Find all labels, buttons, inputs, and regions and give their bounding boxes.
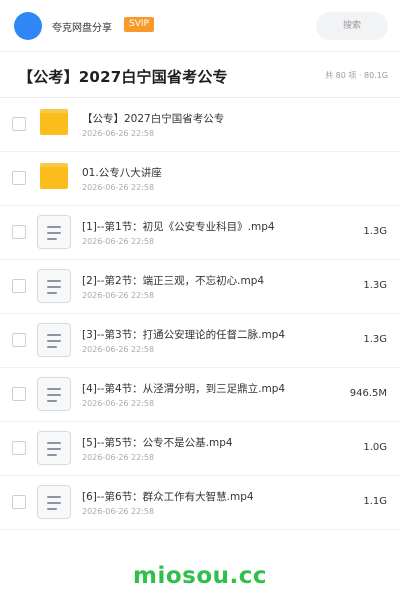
video-file-icon [37, 485, 71, 519]
file-size: 1.3G [363, 226, 387, 237]
file-name[interactable]: [5]--第5节：公专不是公基.mp4 [82, 435, 233, 450]
select-checkbox[interactable] [12, 225, 26, 239]
file-row[interactable]: [3]--第3节：打通公安理论的任督二脉.mp4 2026-06-26 22:58… [0, 314, 400, 368]
item-count: 共 80 项 · 80.1G [325, 71, 388, 80]
file-list: 【公专】2027白宁国省考公专 2026-06-26 22:58 01.公专八大讲座… [0, 98, 400, 530]
file-size: 1.3G [363, 334, 387, 345]
video-file-icon [37, 323, 71, 357]
file-row[interactable]: [4]--第4节：从泾渭分明，到三足鼎立.mp4 2026-06-26 22:58… [0, 368, 400, 422]
select-checkbox[interactable] [12, 279, 26, 293]
video-file-icon [37, 215, 71, 249]
file-name[interactable]: [6]--第6节：群众工作有大智慧.mp4 [82, 489, 254, 504]
avatar[interactable] [14, 12, 42, 40]
select-checkbox[interactable] [12, 441, 26, 455]
select-checkbox[interactable] [12, 333, 26, 347]
select-checkbox[interactable] [12, 387, 26, 401]
file-date: 2026-06-26 22:58 [82, 453, 155, 462]
video-file-icon [37, 431, 71, 465]
file-size: 946.5M [349, 388, 387, 399]
file-name[interactable]: [4]--第4节：从泾渭分明，到三足鼎立.mp4 [82, 381, 285, 396]
top-bar: 夸克网盘分享 SVIP 搜索 [0, 0, 400, 52]
title-row: 【公考】2027白宁国省考公专 共 80 项 · 80.1G [0, 52, 400, 98]
page-title: 【公考】2027白宁国省考公专 [18, 68, 228, 86]
folder-icon [40, 109, 68, 135]
watermark: miosou.cc [132, 563, 268, 589]
folder-icon [40, 163, 68, 189]
file-name[interactable]: [2]--第2节：端正三观，不忘初心.mp4 [82, 273, 264, 288]
file-date: 2026-06-26 22:58 [82, 399, 155, 408]
select-checkbox[interactable] [12, 495, 26, 509]
share-label: 夸克网盘分享 [52, 23, 112, 34]
file-row[interactable]: [6]--第6节：群众工作有大智慧.mp4 2026-06-26 22:58 1.1… [0, 476, 400, 530]
file-date: 2026-06-26 22:58 [82, 507, 155, 516]
file-date: 2026-06-26 22:58 [82, 129, 155, 138]
search-input[interactable]: 搜索 [316, 12, 388, 40]
file-name[interactable]: [3]--第3节：打通公安理论的任督二脉.mp4 [82, 327, 285, 342]
file-date: 2026-06-26 22:58 [82, 183, 155, 192]
select-checkbox[interactable] [12, 171, 26, 185]
file-row[interactable]: 01.公专八大讲座 2026-06-26 22:58 [0, 152, 400, 206]
file-size: 1.3G [363, 280, 387, 291]
video-file-icon [37, 269, 71, 303]
file-row[interactable]: [2]--第2节：端正三观，不忘初心.mp4 2026-06-26 22:58 1.… [0, 260, 400, 314]
file-date: 2026-06-26 22:58 [82, 237, 155, 246]
file-name[interactable]: 01.公专八大讲座 [82, 165, 162, 180]
select-checkbox[interactable] [12, 117, 26, 131]
file-date: 2026-06-26 22:58 [82, 345, 155, 354]
file-row[interactable]: 【公专】2027白宁国省考公专 2026-06-26 22:58 [0, 98, 400, 152]
file-row[interactable]: [5]--第5节：公专不是公基.mp4 2026-06-26 22:58 1.0G [0, 422, 400, 476]
video-file-icon [37, 377, 71, 411]
file-name[interactable]: 【公专】2027白宁国省考公专 [82, 111, 224, 126]
file-row[interactable]: [1]--第1节：初见《公安专业科目》.mp4 2026-06-26 22:58 1… [0, 206, 400, 260]
svip-badge: SVIP [124, 17, 154, 32]
file-date: 2026-06-26 22:58 [82, 291, 155, 300]
file-name[interactable]: [1]--第1节：初见《公安专业科目》.mp4 [82, 219, 275, 234]
file-size: 1.1G [363, 496, 387, 507]
file-size: 1.0G [363, 442, 387, 453]
